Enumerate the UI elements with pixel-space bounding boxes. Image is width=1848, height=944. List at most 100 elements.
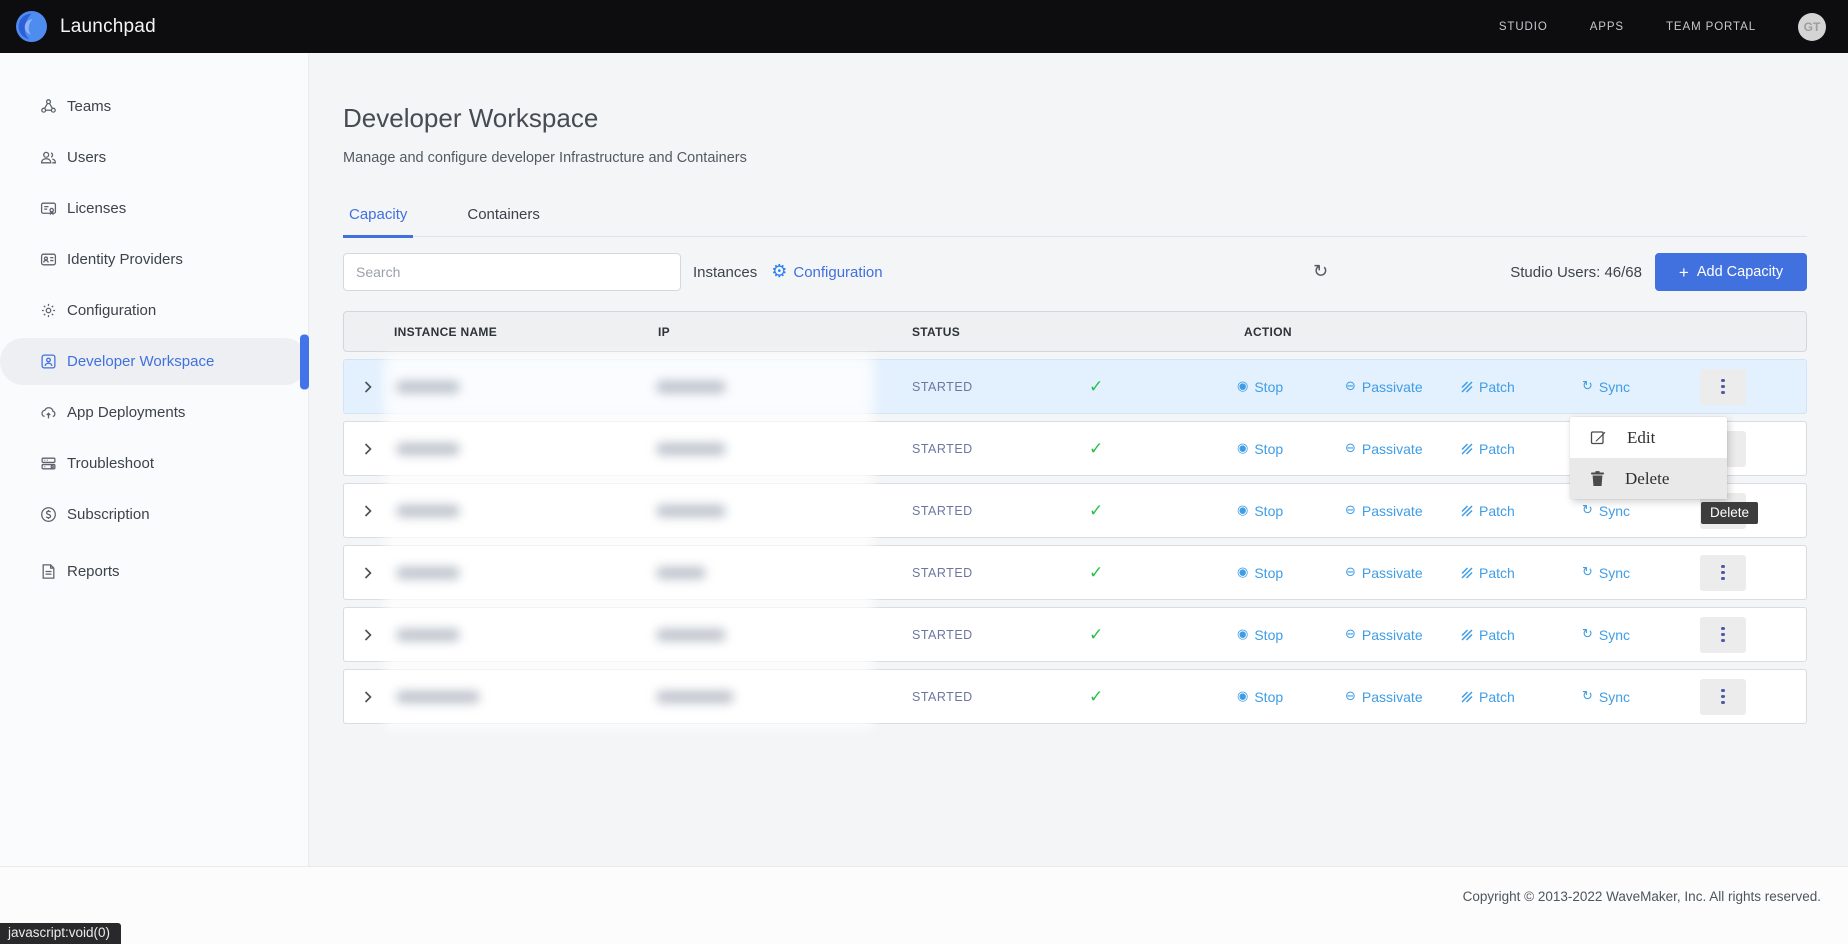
row-menu-button[interactable]	[1700, 679, 1746, 715]
sync-action[interactable]: ↻ Sync	[1582, 689, 1630, 705]
subscription-icon	[40, 506, 57, 523]
configuration-link[interactable]: ⚙ Configuration	[771, 263, 882, 281]
stop-icon: ◉	[1237, 504, 1248, 517]
patch-label: Patch	[1479, 441, 1515, 457]
passivate-action[interactable]: ⊖ Passivate	[1345, 689, 1423, 705]
delete-tooltip: Delete	[1701, 502, 1758, 524]
redacted-instance-name	[396, 380, 460, 393]
avatar[interactable]: GT	[1798, 13, 1826, 41]
tab-capacity[interactable]: Capacity	[343, 206, 413, 238]
sidebar-item-identity-providers[interactable]: Identity Providers	[0, 234, 308, 285]
column-ip: IP	[658, 325, 670, 339]
sidebar-item-label: Users	[67, 149, 106, 166]
row-menu-button[interactable]	[1700, 617, 1746, 653]
redacted-ip	[656, 628, 726, 641]
tab-containers[interactable]: Containers	[461, 206, 546, 236]
sidebar-item-reports[interactable]: Reports	[0, 546, 308, 597]
stop-action[interactable]: ◉Stop	[1237, 441, 1283, 457]
table-row[interactable]: STARTED ✓ ◉Stop ⊖Passivate Patch ↻Sync	[343, 607, 1807, 662]
passivate-icon: ⊖	[1345, 690, 1356, 703]
redacted-instance-name	[396, 628, 460, 641]
stop-icon: ◉	[1237, 380, 1248, 393]
stop-action[interactable]: ◉Stop	[1237, 503, 1283, 519]
configuration-icon	[40, 302, 57, 319]
sidebar-item-users[interactable]: Users	[0, 132, 308, 183]
sidebar-item-troubleshoot[interactable]: Troubleshoot	[0, 438, 308, 489]
passivate-icon: ⊖	[1345, 380, 1356, 393]
chevron-right-icon[interactable]	[364, 566, 372, 579]
search-input[interactable]	[343, 253, 681, 291]
passivate-icon: ⊖	[1345, 504, 1356, 517]
row-menu-button[interactable]	[1700, 555, 1746, 591]
brand[interactable]: Launchpad	[16, 11, 156, 42]
passivate-action[interactable]: ⊖ Passivate	[1345, 379, 1423, 395]
stop-action[interactable]: ◉Stop	[1237, 565, 1283, 581]
row-menu-button[interactable]	[1700, 369, 1746, 405]
sidebar-item-label: Teams	[67, 98, 111, 115]
sync-action[interactable]: ↻Sync	[1582, 503, 1630, 519]
patch-label: Patch	[1479, 689, 1515, 705]
patch-action[interactable]: Patch	[1461, 627, 1515, 643]
patch-icon	[1461, 567, 1473, 579]
sync-action[interactable]: ↻Sync	[1582, 627, 1630, 643]
redacted-instance-name	[396, 566, 460, 579]
redacted-instance-name	[396, 504, 460, 517]
developer-workspace-icon	[40, 353, 57, 370]
passivate-action[interactable]: ⊖Passivate	[1345, 565, 1423, 581]
sync-label: Sync	[1599, 379, 1630, 395]
sync-label: Sync	[1599, 689, 1630, 705]
menu-item-edit[interactable]: Edit	[1570, 417, 1727, 458]
patch-action[interactable]: Patch	[1461, 379, 1515, 395]
chevron-right-icon[interactable]	[364, 380, 372, 393]
passivate-action[interactable]: ⊖ Passivate	[1345, 503, 1423, 519]
nav-studio[interactable]: STUDIO	[1499, 21, 1548, 33]
sync-action[interactable]: ↻Sync	[1582, 379, 1630, 395]
patch-icon	[1461, 505, 1473, 517]
trash-icon	[1590, 470, 1605, 487]
chevron-right-icon[interactable]	[364, 628, 372, 641]
nav-team-portal[interactable]: TEAM PORTAL	[1666, 21, 1756, 33]
patch-icon	[1461, 381, 1473, 393]
passivate-label: Passivate	[1362, 503, 1423, 519]
browser-status-bar: javascript:void(0)	[0, 923, 121, 944]
stop-action[interactable]: ◉Stop	[1237, 627, 1283, 643]
sidebar-item-licenses[interactable]: Licenses	[0, 183, 308, 234]
table-row[interactable]: STARTED ✓ ◉Stop ⊖Passivate Patch ↻Sync	[343, 669, 1807, 724]
passivate-label: Passivate	[1362, 379, 1423, 395]
chevron-right-icon[interactable]	[364, 442, 372, 455]
patch-action[interactable]: Patch	[1461, 565, 1515, 581]
menu-item-label: Delete	[1625, 469, 1669, 489]
stop-icon: ◉	[1237, 628, 1248, 641]
sidebar-item-app-deployments[interactable]: App Deployments	[0, 387, 308, 438]
tabs: Capacity Containers	[343, 206, 1807, 237]
sync-action[interactable]: ↻Sync	[1582, 565, 1630, 581]
chevron-right-icon[interactable]	[364, 504, 372, 517]
passivate-label: Passivate	[1362, 627, 1423, 643]
stop-action[interactable]: ◉Stop	[1237, 379, 1283, 395]
add-capacity-button[interactable]: + Add Capacity	[1655, 253, 1807, 291]
stop-action[interactable]: ◉Stop	[1237, 689, 1283, 705]
sidebar-item-developer-workspace[interactable]: Developer Workspace	[0, 338, 308, 385]
refresh-icon[interactable]: ↻	[1313, 263, 1328, 281]
toolbar: Instances ⚙ Configuration ↻ Studio Users…	[343, 253, 1807, 291]
table-row[interactable]: STARTED ✓ ◉Stop ⊖Passivate Patch ↻Sync	[343, 545, 1807, 600]
nav-apps[interactable]: APPS	[1590, 21, 1624, 33]
top-navbar: Launchpad STUDIO APPS TEAM PORTAL GT	[0, 0, 1848, 53]
sidebar-item-subscription[interactable]: Subscription	[0, 489, 308, 540]
sidebar-item-teams[interactable]: Teams	[0, 81, 308, 132]
passivate-action[interactable]: ⊖Passivate	[1345, 441, 1423, 457]
passivate-action[interactable]: ⊖Passivate	[1345, 627, 1423, 643]
sync-icon: ↻	[1582, 504, 1593, 517]
troubleshoot-icon	[40, 455, 57, 472]
patch-action[interactable]: Patch	[1461, 689, 1515, 705]
chevron-right-icon[interactable]	[364, 690, 372, 703]
patch-action[interactable]: Patch	[1461, 503, 1515, 519]
table-row[interactable]: STARTED ✓ ◉Stop ⊖Passivate Patch ↻Sync	[343, 359, 1807, 414]
patch-action[interactable]: Patch	[1461, 441, 1515, 457]
sidebar-item-configuration[interactable]: Configuration	[0, 285, 308, 336]
wavemaker-logo-icon	[16, 11, 47, 42]
sync-icon: ↻	[1582, 690, 1593, 703]
passivate-label: Passivate	[1362, 689, 1423, 705]
redacted-ip	[656, 380, 726, 393]
menu-item-delete[interactable]: Delete	[1570, 458, 1727, 499]
